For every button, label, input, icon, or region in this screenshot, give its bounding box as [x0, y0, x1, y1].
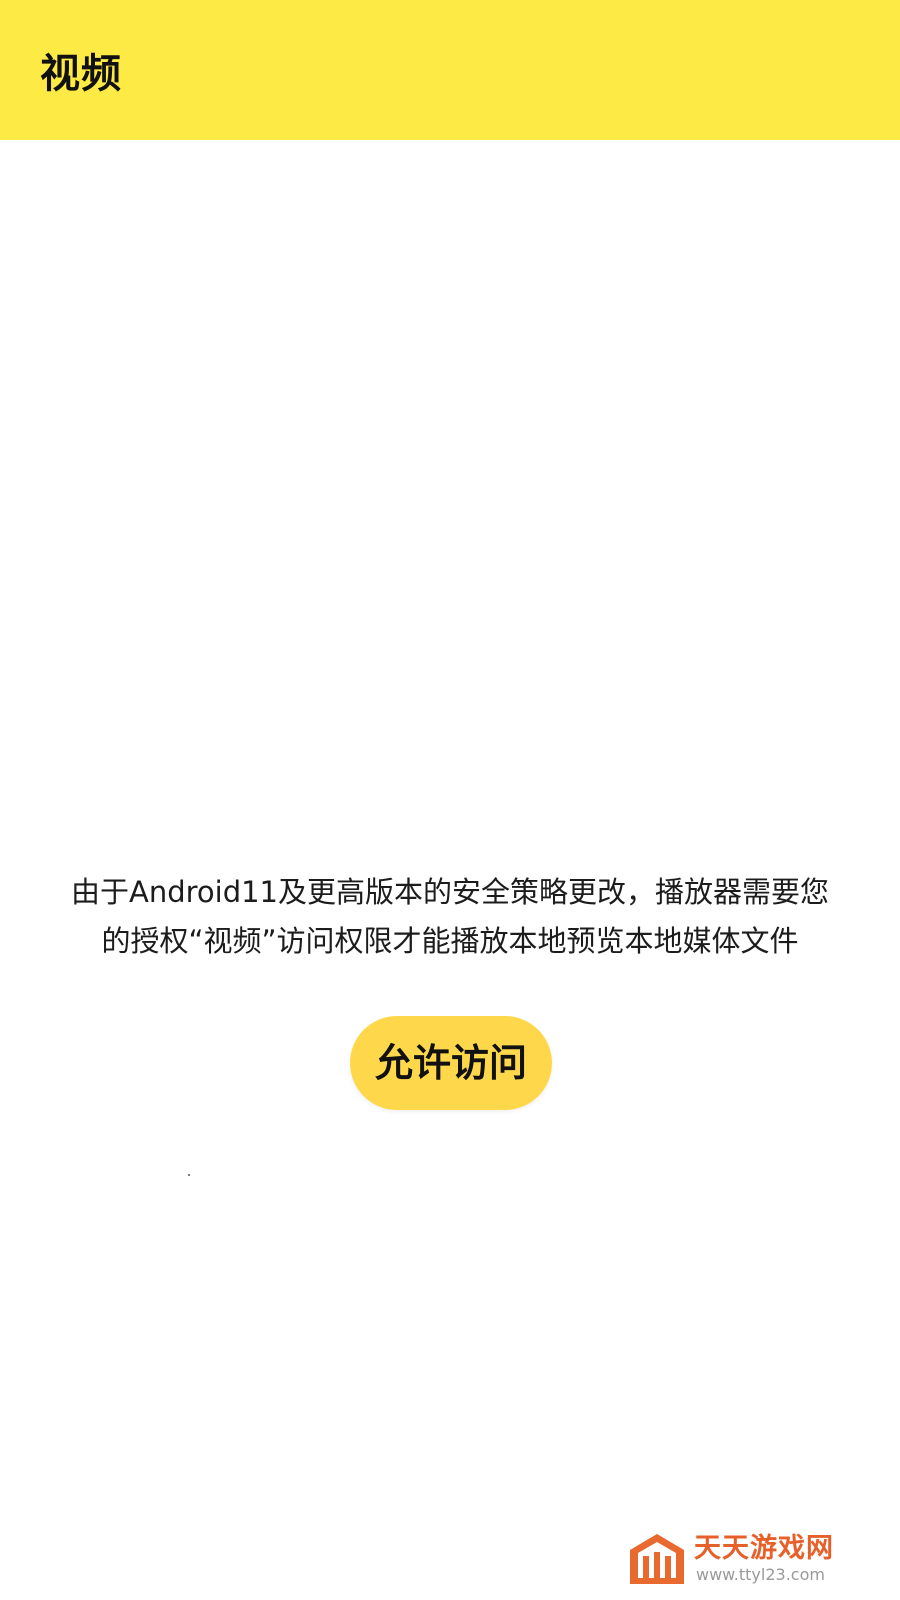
page-title: 视频 [40, 51, 122, 97]
stray-dot [188, 1174, 190, 1176]
app-bar: 视频 [0, 0, 900, 140]
allow-access-button[interactable]: 允许访问 [350, 1016, 552, 1110]
watermark: 天天游戏网 www.ttyl23.com [628, 1532, 860, 1586]
watermark-name: 天天游戏网 [694, 1533, 834, 1564]
watermark-url: www.ttyl23.com [696, 1565, 825, 1584]
permission-message-line-2: 的授权“视频”访问权限才能播放本地预览本地媒体文件 [101, 924, 799, 958]
house-logo-icon [630, 1534, 684, 1584]
permission-message-line-1: 由于Android11及更高版本的安全策略更改，播放器需要您 [70, 875, 830, 909]
permission-message: 由于Android11及更高版本的安全策略更改，播放器需要您 的授权“视频”访问… [60, 868, 840, 966]
